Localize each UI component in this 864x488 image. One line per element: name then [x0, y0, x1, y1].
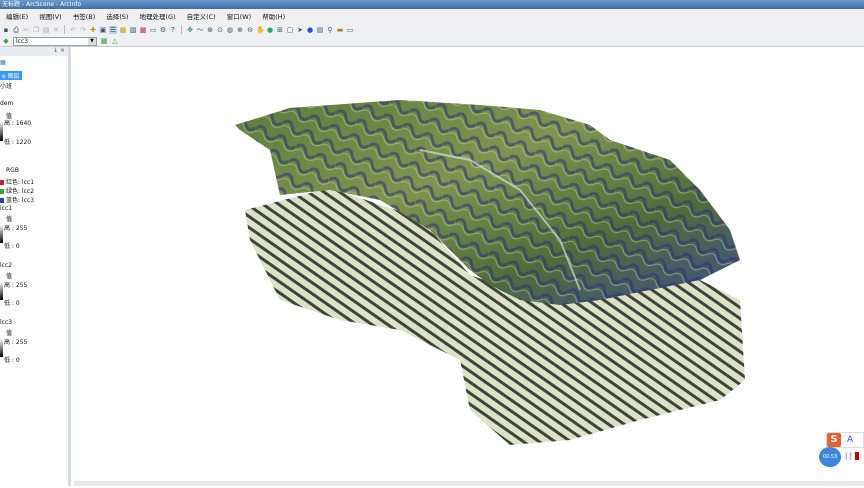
menu-help[interactable]: 帮助(H) [262, 11, 285, 21]
save-icon[interactable]: ▪ [2, 26, 10, 34]
python-icon[interactable]: ▭ [149, 26, 157, 34]
fly-icon[interactable]: 〜 [196, 26, 204, 34]
separator [64, 25, 65, 34]
separator [181, 25, 182, 34]
3d-effects-toolbar: ◆ lcc3 ▼ ▦ △ [0, 36, 864, 47]
redo-icon[interactable]: ↷ [79, 26, 87, 34]
layer-icon: ◆ [3, 37, 9, 45]
html-popup-icon[interactable]: ▤ [316, 26, 324, 34]
3d-scene-view[interactable] [74, 48, 864, 486]
terrain-render [235, 100, 745, 445]
layer-lcc2[interactable]: lcc2 [0, 262, 12, 269]
zoom-to-target-icon[interactable]: ⊙ [216, 26, 224, 34]
menu-customize[interactable]: 自定义(C) [187, 11, 216, 21]
menu-windows[interactable]: 窗口(W) [227, 11, 252, 21]
layer-dropdown[interactable]: lcc3 ▼ [13, 36, 97, 46]
layer-dropdown-value: lcc3 [16, 37, 29, 45]
scene-layers[interactable]: e 图层 [0, 71, 22, 80]
toc-toolbar-icon[interactable]: ▦ [0, 59, 6, 66]
select-features-icon[interactable]: ➤ [296, 26, 304, 34]
identify-icon[interactable]: ● [306, 26, 314, 34]
lighting-icon[interactable]: △ [111, 37, 119, 45]
table-of-contents: ↓ × ▦ e 图层 小班 dem 值 高 : 1640 低 : 1220 RG… [0, 47, 71, 486]
sogou-logo[interactable]: S [827, 433, 841, 447]
red-indicator [854, 452, 859, 460]
set-observer-icon[interactable]: ◍ [226, 26, 234, 34]
target-center-icon[interactable]: ⊕ [206, 26, 214, 34]
toc-pin-close[interactable]: ↓ × [53, 47, 65, 54]
menu-selection[interactable]: 选择(S) [106, 11, 128, 21]
paste-icon[interactable]: ▤ [42, 26, 50, 34]
menu-bookmarks[interactable]: 书签(B) [73, 11, 96, 21]
broaden-fov-icon[interactable]: ▢ [286, 26, 294, 34]
narrow-fov-icon[interactable]: ⊞ [276, 26, 284, 34]
layer-xiaoban[interactable]: 小班 [0, 81, 12, 90]
lcc1-high: 高 : 255 [4, 225, 28, 232]
find-icon[interactable]: ⚲ [326, 26, 334, 34]
layer-dem[interactable]: dem [0, 100, 13, 107]
chevron-down-icon[interactable]: ▼ [88, 37, 96, 45]
lcc2-value-label: 值 [6, 273, 13, 280]
add-data-icon[interactable]: ✚ [89, 26, 97, 34]
layer-lcc1[interactable]: lcc1 [0, 205, 12, 212]
modelbuilder-icon[interactable]: ⚙ [159, 26, 167, 34]
scene-properties-icon[interactable]: ▣ [99, 26, 107, 34]
blue-swatch [0, 198, 4, 203]
title-bar: 无标题 - ArcScene - ArcInfo [0, 0, 864, 9]
toc-icon[interactable]: ☰ [109, 25, 117, 34]
menu-geoprocessing[interactable]: 地理处理(G) [139, 11, 175, 21]
lcc3-high: 高 : 255 [4, 339, 28, 346]
standard-toolbar: ▪ ⎙ ✂ ❐ ▤ ✕ ↶ ↷ ✚ ▣ ☰ ▦ ▧ ▩ ▭ ⚙ ? ✥ 〜 ⊕ … [0, 23, 864, 36]
window-title: 无标题 - ArcScene - ArcInfo [2, 1, 82, 8]
green-swatch [0, 189, 4, 194]
lcc2-color-ramp [0, 282, 3, 300]
lcc1-color-ramp [0, 225, 3, 243]
red-band: 红色: lcc1 [6, 179, 35, 186]
recording-timer-ball[interactable]: 00:53 [819, 447, 841, 467]
dem-high: 高 : 1640 [4, 120, 32, 127]
delete-icon[interactable]: ✕ [52, 26, 60, 34]
rgb-label: RGB [6, 167, 19, 174]
lcc2-low: 低 : 0 [4, 300, 20, 307]
menu-edit[interactable]: 编辑(E) [6, 11, 28, 21]
cut-icon[interactable]: ✂ [22, 26, 30, 34]
lcc1-low: 低 : 0 [4, 243, 20, 250]
ime-status: | | [845, 452, 859, 460]
help-icon[interactable]: ? [169, 26, 177, 34]
toc-header: ↓ × [0, 47, 68, 56]
green-band: 绿色: lcc2 [6, 188, 35, 195]
animation-icon[interactable]: ▭ [346, 26, 354, 34]
navigate-icon[interactable]: ✥ [186, 26, 194, 34]
zoom-in-icon[interactable]: ⊕ [236, 26, 244, 34]
ime-mode[interactable]: A [847, 435, 853, 445]
lcc3-color-ramp [0, 339, 3, 357]
measure-icon[interactable]: ▬ [336, 26, 344, 34]
pan-icon[interactable]: ✋ [256, 26, 265, 34]
horizontal-scrollbar[interactable] [74, 481, 864, 486]
transparency-icon[interactable]: ▦ [100, 37, 108, 45]
dem-color-ramp [0, 121, 3, 141]
red-swatch [0, 180, 4, 185]
print-icon[interactable]: ⎙ [12, 26, 20, 34]
menu-view[interactable]: 视图(V) [39, 11, 62, 21]
lcc3-low: 低 : 0 [4, 357, 20, 364]
lcc3-value-label: 值 [6, 330, 13, 337]
full-extent-icon[interactable]: ● [266, 26, 274, 34]
ime-toolbar[interactable]: S A [826, 432, 864, 448]
catalog-icon[interactable]: ▦ [119, 26, 127, 34]
lcc2-high: 高 : 255 [4, 282, 28, 289]
blue-band: 蓝色: lcc3 [6, 197, 35, 204]
arctoolbox-icon[interactable]: ▩ [139, 26, 147, 34]
dem-low: 低 : 1220 [4, 139, 32, 146]
search-window-icon[interactable]: ▧ [129, 26, 137, 34]
layer-lcc3[interactable]: lcc3 [0, 319, 12, 326]
lcc1-value-label: 值 [6, 216, 13, 223]
menu-bar: 编辑(E) 视图(V) 书签(B) 选择(S) 地理处理(G) 自定义(C) 窗… [0, 9, 864, 23]
copy-icon[interactable]: ❐ [32, 26, 40, 34]
undo-icon[interactable]: ↶ [69, 26, 77, 34]
zoom-out-icon[interactable]: ⊖ [246, 26, 254, 34]
